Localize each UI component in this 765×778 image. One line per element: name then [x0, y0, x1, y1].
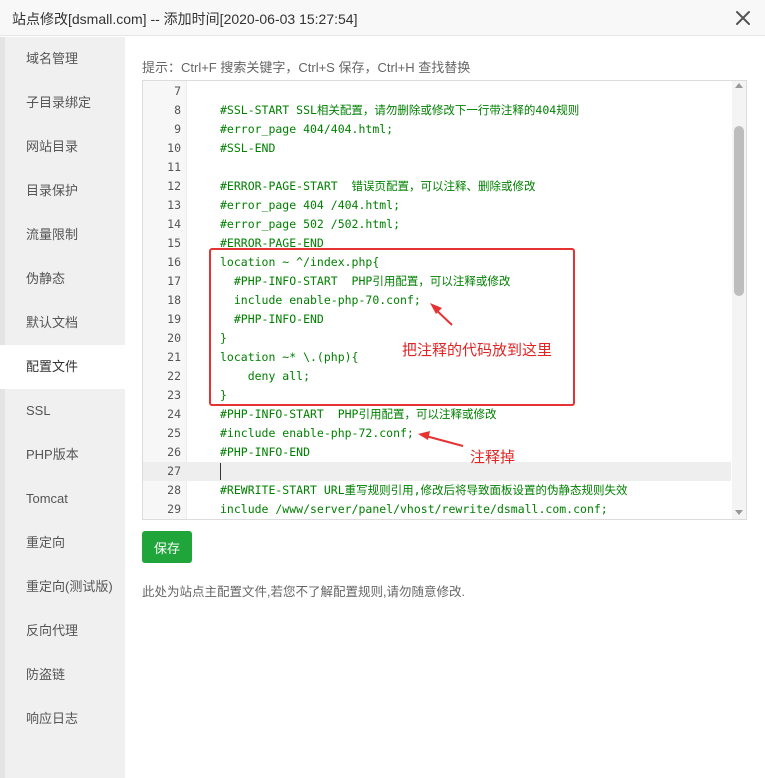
line-number: 21	[167, 350, 181, 364]
line-number: 19	[167, 312, 181, 326]
line-text: #PHP-INFO-END	[220, 312, 324, 326]
code-line[interactable]: 28 #REWRITE-START URL重写规则引用,修改后将导致面板设置的伪静…	[143, 481, 731, 500]
main-panel: 提示：Ctrl+F 搜索关键字，Ctrl+S 保存，Ctrl+H 查找替换 7 …	[125, 37, 765, 778]
settings-sidebar: 域名管理 子目录绑定 网站目录 目录保护 流量限制 伪静态 默认文档 配置文件 …	[0, 37, 125, 778]
line-number: 24	[167, 407, 181, 421]
line-text: deny all;	[220, 369, 311, 383]
line-text: #error_page 404/404.html;	[220, 122, 394, 136]
dialog-titlebar: 站点修改[dsmall.com] -- 添加时间[2020-06-03 15:2…	[0, 0, 765, 36]
line-number: 22	[167, 369, 181, 383]
line-text: #include enable-php-72.conf;	[220, 426, 414, 440]
code-line[interactable]: 26 #PHP-INFO-END	[143, 443, 731, 462]
sidebar-item-traffic-limit[interactable]: 流量限制	[0, 213, 125, 257]
line-number: 9	[174, 122, 181, 136]
sidebar-item-reverse-proxy[interactable]: 反向代理	[0, 609, 125, 653]
sidebar-item-ssl[interactable]: SSL	[0, 389, 125, 433]
code-line[interactable]: 23}	[143, 386, 731, 405]
line-number: 10	[167, 141, 181, 155]
code-line[interactable]: 14 #error_page 502 /502.html;	[143, 215, 731, 234]
config-warning-note: 此处为站点主配置文件,若您不了解配置规则,请勿随意修改.	[142, 585, 465, 599]
active-code-line[interactable]: 27	[143, 462, 731, 481]
sidebar-item-config-file[interactable]: 配置文件	[0, 345, 125, 389]
line-text: #PHP-INFO-END	[220, 445, 311, 459]
sidebar-item-hotlink[interactable]: 防盗链	[0, 653, 125, 697]
scroll-down-arrow-icon[interactable]	[735, 510, 743, 515]
line-text: }	[220, 388, 227, 402]
line-number: 8	[174, 103, 181, 117]
code-line[interactable]: 25 #include enable-php-72.conf;	[143, 424, 731, 443]
code-line[interactable]: 12 #ERROR-PAGE-START 错误页配置，可以注释、删除或修改	[143, 177, 731, 196]
line-text: #ERROR-PAGE-END	[220, 236, 324, 250]
line-number: 29	[167, 502, 181, 516]
sidebar-item-dir-protection[interactable]: 目录保护	[0, 169, 125, 213]
line-text: }	[220, 331, 227, 345]
line-text: #SSL-START SSL相关配置，请勿删除或修改下一行带注释的404规则	[220, 103, 580, 117]
line-text: #PHP-INFO-START PHP引用配置，可以注释或修改	[220, 274, 511, 288]
line-text: location ~* \.(php){	[220, 350, 359, 364]
line-number: 14	[167, 217, 181, 231]
line-number: 25	[167, 426, 181, 440]
close-icon[interactable]	[731, 6, 755, 30]
line-text: include enable-php-70.conf;	[220, 293, 421, 307]
line-number: 11	[167, 160, 181, 174]
sidebar-item-default-doc[interactable]: 默认文档	[0, 301, 125, 345]
code-line[interactable]: 22 deny all;	[143, 367, 731, 386]
line-number: 20	[167, 331, 181, 345]
dialog-title: 站点修改[dsmall.com] -- 添加时间[2020-06-03 15:2…	[12, 11, 358, 27]
line-text: #error_page 502 /502.html;	[220, 217, 401, 231]
code-line[interactable]: 17 #PHP-INFO-START PHP引用配置，可以注释或修改	[143, 272, 731, 291]
line-number: 17	[167, 274, 181, 288]
sidebar-item-response-log[interactable]: 响应日志	[0, 697, 125, 741]
line-number: 27	[167, 464, 181, 478]
code-line[interactable]: 9 #error_page 404/404.html;	[143, 120, 731, 139]
line-number: 18	[167, 293, 181, 307]
code-line[interactable]: 16 location ~ ^/index.php{	[143, 253, 731, 272]
text-cursor	[220, 463, 221, 480]
editor-scrollbar[interactable]	[732, 81, 746, 519]
line-text: include /www/server/panel/vhost/rewrite/…	[220, 502, 608, 516]
line-text: #PHP-INFO-START PHP引用配置，可以注释或修改	[220, 407, 497, 421]
code-line[interactable]: 29 include /www/server/panel/vhost/rewrit…	[143, 500, 731, 519]
save-button[interactable]: 保存	[142, 531, 192, 563]
line-text: #error_page 404 /404.html;	[220, 198, 401, 212]
scrollbar-thumb[interactable]	[734, 126, 744, 296]
sidebar-item-redirect-beta[interactable]: 重定向(测试版)	[0, 565, 125, 609]
sidebar-item-redirect[interactable]: 重定向	[0, 521, 125, 565]
annotation-move-code-note: 把注释的代码放到这里	[402, 342, 553, 359]
sidebar-item-site-directory[interactable]: 网站目录	[0, 125, 125, 169]
code-line[interactable]: 19 #PHP-INFO-END	[143, 310, 731, 329]
line-number: 28	[167, 483, 181, 497]
code-line[interactable]: 11	[143, 158, 731, 177]
sidebar-item-subdir-binding[interactable]: 子目录绑定	[0, 81, 125, 125]
line-text: #REWRITE-START URL重写规则引用,修改后将导致面板设置的伪静态规…	[220, 483, 628, 497]
code-line[interactable]: 10 #SSL-END	[143, 139, 731, 158]
code-line[interactable]: 15 #ERROR-PAGE-END	[143, 234, 731, 253]
line-number: 13	[167, 198, 181, 212]
config-editor[interactable]: 7 8 #SSL-START SSL相关配置，请勿删除或修改下一行带注释的404规…	[142, 80, 747, 520]
line-number: 12	[167, 179, 181, 193]
sidebar-item-domain[interactable]: 域名管理	[0, 37, 125, 81]
sidebar-item-php-version[interactable]: PHP版本	[0, 433, 125, 477]
line-number: 23	[167, 388, 181, 402]
line-number: 26	[167, 445, 181, 459]
code-line[interactable]: 7	[143, 82, 731, 101]
sidebar-item-rewrite[interactable]: 伪静态	[0, 257, 125, 301]
line-text: #SSL-END	[220, 141, 276, 155]
line-text: location ~ ^/index.php{	[220, 255, 380, 269]
sidebar-item-tomcat[interactable]: Tomcat	[0, 477, 125, 521]
annotation-comment-out-note: 注释掉	[470, 449, 516, 466]
code-line[interactable]: 24 #PHP-INFO-START PHP引用配置，可以注释或修改	[143, 405, 731, 424]
line-text: #ERROR-PAGE-START 错误页配置，可以注释、删除或修改	[220, 179, 536, 193]
code-line[interactable]: 13 #error_page 404 /404.html;	[143, 196, 731, 215]
line-number: 7	[174, 84, 181, 98]
shortcut-hint: 提示：Ctrl+F 搜索关键字，Ctrl+S 保存，Ctrl+H 查找替换	[142, 60, 471, 75]
line-number: 15	[167, 236, 181, 250]
scroll-up-arrow-icon[interactable]	[735, 83, 743, 88]
line-number: 16	[167, 255, 181, 269]
code-line[interactable]: 8 #SSL-START SSL相关配置，请勿删除或修改下一行带注释的404规则	[143, 101, 731, 120]
code-line[interactable]: 18 include enable-php-70.conf;	[143, 291, 731, 310]
